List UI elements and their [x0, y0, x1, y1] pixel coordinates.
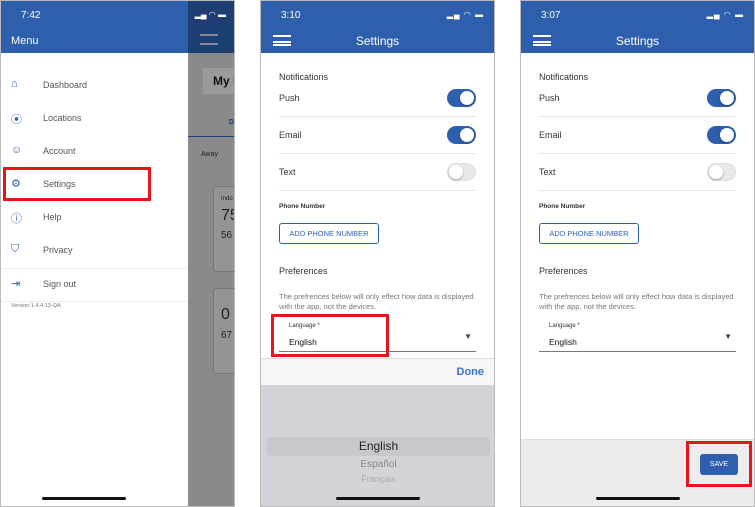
page-title: Settings: [615, 34, 660, 48]
section-notifications: Notifications: [539, 72, 589, 82]
label: Locations: [43, 113, 82, 123]
shield-icon: ⛉: [11, 243, 20, 255]
label: Account: [43, 146, 76, 156]
home-indicator: [41, 497, 126, 500]
home-indicator: [335, 497, 420, 500]
bg-humidity: 56: [221, 230, 233, 241]
email-toggle[interactable]: [707, 126, 736, 144]
add-phone-number-button[interactable]: ADD PHONE NUMBER: [539, 223, 639, 244]
map-pin-icon: ⦿: [11, 114, 22, 126]
preferences-description: The prefrences below will only effect ho…: [539, 292, 734, 311]
status-icons: ▂▄ ◠ ▬: [706, 10, 744, 19]
caret-down-icon: ▼: [464, 332, 472, 341]
push-toggle[interactable]: [447, 89, 476, 107]
menu-item-dashboard[interactable]: ⌂ Dashboard: [1, 74, 188, 98]
language-select[interactable]: Language * English ▼: [539, 321, 736, 352]
bg-temp-2: 0: [221, 306, 230, 323]
email-label: Email: [279, 130, 302, 140]
bg-indoor: Indo: [221, 196, 233, 202]
home-icon: ⌂: [11, 78, 18, 90]
push-label: Push: [539, 93, 560, 103]
picker-option-english[interactable]: English: [261, 439, 494, 453]
highlight-box: [271, 314, 389, 357]
header: 3:07 ▂▄ ◠ ▬ Settings: [521, 1, 754, 53]
menu-icon: [200, 34, 218, 45]
menu-item-locations[interactable]: ⦿ Locations: [1, 107, 188, 131]
status-time: 3:07: [541, 10, 561, 21]
text-toggle[interactable]: [707, 163, 736, 181]
section-preferences: Preferences: [279, 266, 328, 276]
header: 3:10 ▂▄ ◠ ▬ Settings: [261, 1, 494, 53]
picker-option-espanol[interactable]: Español: [261, 459, 494, 470]
label: Dashboard: [43, 80, 88, 90]
language-label: Language *: [549, 323, 580, 329]
phone-number-label: Phone Number: [539, 203, 586, 210]
home-indicator: [595, 497, 680, 500]
language-value: English: [549, 337, 577, 347]
menu-item-help[interactable]: ⓘ Help: [1, 206, 188, 230]
page-title: Settings: [355, 34, 400, 48]
label: Help: [43, 212, 62, 222]
text-label: Text: [279, 167, 296, 177]
bg-away: Away: [201, 151, 218, 158]
push-label: Push: [279, 93, 300, 103]
drawer-header: 7:42 Menu: [1, 1, 188, 53]
status-icons: ▂▄ ◠ ▬: [194, 10, 226, 19]
bg-tab: D: [229, 119, 235, 126]
status-time: 3:10: [281, 10, 301, 21]
push-toggle[interactable]: [707, 89, 736, 107]
menu-item-account[interactable]: ☺ Account: [1, 140, 188, 164]
version-text: Version 1.4.4.13-QA: [11, 303, 61, 309]
phone-settings-picker: 3:10 ▂▄ ◠ ▬ Settings Notifications Push …: [260, 0, 495, 507]
menu-item-privacy[interactable]: ⛉ Privacy: [1, 239, 188, 263]
email-label: Email: [539, 130, 562, 140]
help-icon: ⓘ: [11, 213, 22, 225]
status-time: 7:42: [21, 10, 41, 21]
highlight-box: [686, 441, 752, 487]
language-picker[interactable]: English Español Français: [261, 385, 494, 506]
email-toggle[interactable]: [447, 126, 476, 144]
bg-title: My l: [203, 68, 234, 94]
sign-out-icon: ⇥: [11, 278, 21, 290]
done-button[interactable]: Done: [457, 366, 485, 378]
phone-number-label: Phone Number: [279, 203, 326, 210]
phone-settings-save: 3:07 ▂▄ ◠ ▬ Settings Notifications Push …: [520, 0, 755, 507]
picker-option-francais[interactable]: Français: [261, 474, 494, 484]
user-icon: ☺: [11, 144, 23, 156]
label: Sign out: [43, 279, 77, 289]
add-phone-number-button[interactable]: ADD PHONE NUMBER: [279, 223, 379, 244]
preferences-description: The prefrences below will only effect ho…: [279, 292, 474, 311]
caret-down-icon: ▼: [724, 332, 732, 341]
phone-menu-screen: My l D Away Indo 75 56 0 67 7:42 Menu ▂▄…: [0, 0, 235, 507]
status-icons: ▂▄ ◠ ▬: [446, 10, 484, 19]
text-toggle[interactable]: [447, 163, 476, 181]
section-preferences: Preferences: [539, 266, 588, 276]
bg-temp: 75: [221, 207, 234, 224]
text-label: Text: [539, 167, 556, 177]
highlight-box: [3, 167, 151, 201]
menu-item-sign-out[interactable]: ⇥ Sign out: [1, 273, 188, 297]
label: Privacy: [43, 245, 73, 255]
picker-toolbar: Done: [261, 358, 494, 385]
menu-title: Menu: [11, 35, 39, 47]
bg-humidity-2: 67: [221, 330, 233, 341]
section-notifications: Notifications: [279, 72, 329, 82]
dimmed-dashboard[interactable]: My l D Away Indo 75 56 0 67: [188, 1, 235, 506]
